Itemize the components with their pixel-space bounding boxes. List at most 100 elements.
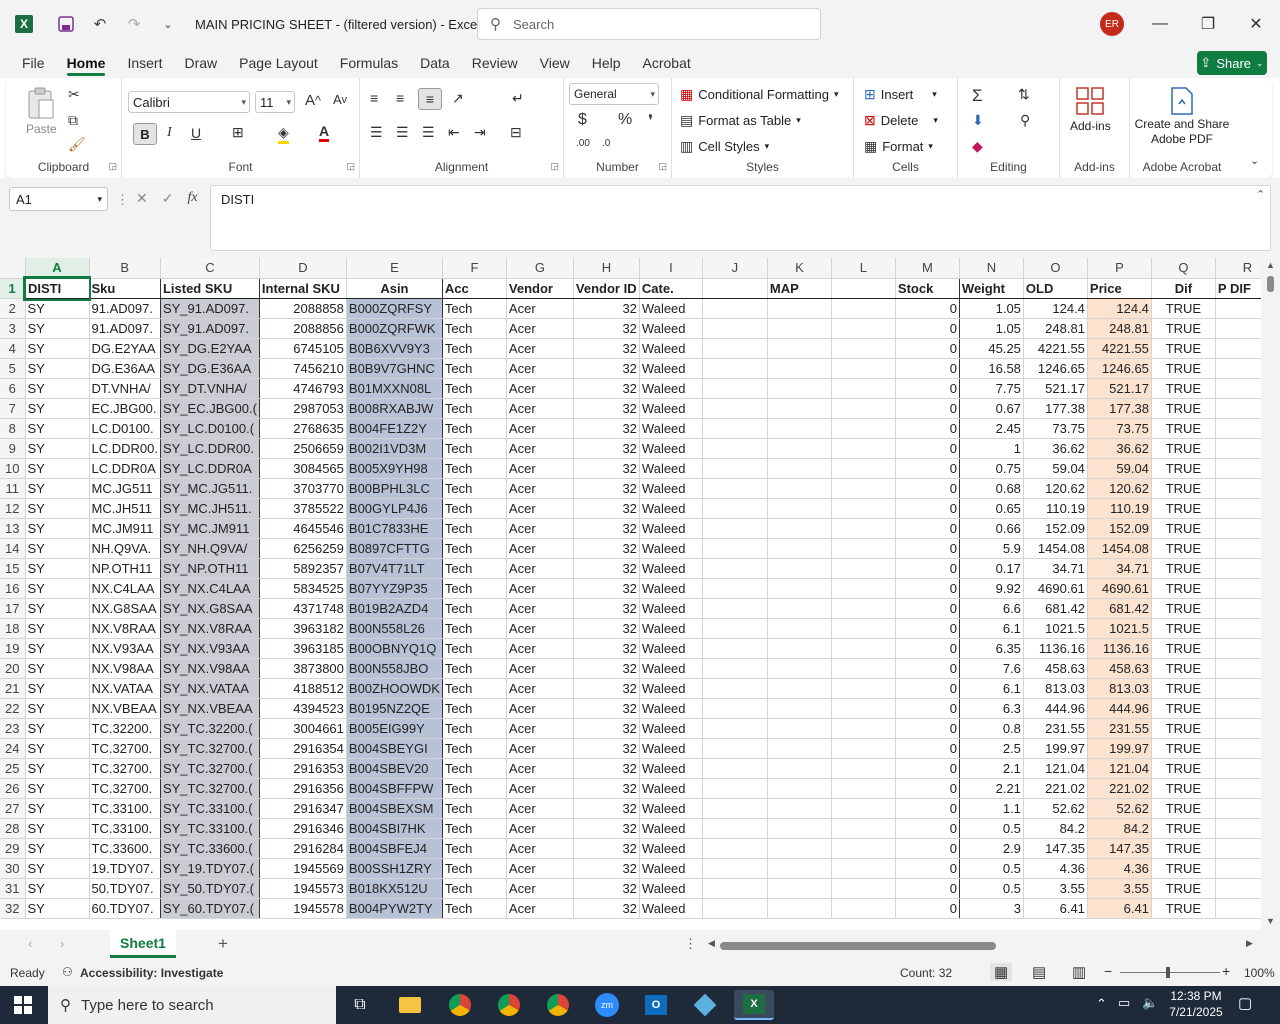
cell[interactable]: Acer [506, 598, 574, 619]
cell[interactable]: Tech [442, 518, 507, 539]
cell[interactable]: 124.4 [1087, 298, 1152, 319]
cell[interactable]: SY [25, 458, 90, 479]
cell[interactable]: 9.92 [959, 578, 1024, 599]
cell[interactable] [831, 818, 896, 839]
cell[interactable]: 0 [895, 778, 960, 799]
cell[interactable]: 3785522 [259, 498, 347, 519]
restore-icon[interactable]: ❐ [1185, 0, 1231, 48]
enter-icon[interactable]: ✓ [162, 190, 174, 207]
cell[interactable]: B008RXABJW [346, 398, 443, 419]
cell[interactable]: 32 [573, 858, 640, 879]
cell[interactable]: SY_TC.33600.( [160, 838, 260, 859]
cell[interactable] [702, 898, 768, 919]
cell[interactable]: 199.97 [1023, 738, 1088, 759]
cell[interactable]: 6.41 [1087, 898, 1152, 919]
row-header[interactable]: 18 [0, 618, 26, 639]
cell[interactable]: Acer [506, 298, 574, 319]
cell[interactable] [702, 638, 768, 659]
cell[interactable]: Tech [442, 458, 507, 479]
tab-help[interactable]: Help [581, 48, 632, 78]
cell[interactable]: Waleed [639, 638, 703, 659]
cell[interactable]: 60.TDY07. [89, 898, 161, 919]
header-cell[interactable]: Cate. [639, 277, 703, 299]
row-header[interactable]: 32 [0, 898, 26, 919]
cell[interactable] [767, 738, 832, 759]
cell[interactable]: Waleed [639, 798, 703, 819]
row-header[interactable]: 9 [0, 438, 26, 459]
cell[interactable]: 1021.5 [1087, 618, 1152, 639]
cell[interactable]: LC.DDR00. [89, 438, 161, 459]
cell[interactable]: TRUE [1151, 778, 1216, 799]
column-header[interactable]: Q [1151, 258, 1216, 279]
cell[interactable]: SY [25, 358, 90, 379]
cell[interactable]: 0.5 [959, 858, 1024, 879]
row-header[interactable]: 1 [0, 278, 26, 299]
normal-view-icon[interactable]: ▦ [990, 963, 1013, 981]
cell[interactable] [831, 738, 896, 759]
cell[interactable]: Acer [506, 398, 574, 419]
cell[interactable]: MC.JM911 [89, 518, 161, 539]
cell[interactable]: 6.35 [959, 638, 1024, 659]
tab-split-icon[interactable]: ⋮ [684, 936, 697, 952]
cell[interactable]: SY_TC.32700.( [160, 738, 260, 759]
cell-styles-button[interactable]: ▥ Cell Styles ▾ [680, 138, 769, 155]
orientation-icon[interactable]: ↗ [452, 90, 464, 107]
cell[interactable] [831, 438, 896, 459]
cell[interactable] [831, 898, 896, 919]
cell[interactable]: 221.02 [1087, 778, 1152, 799]
cell[interactable]: B00OBNYQ1Q [346, 638, 443, 659]
cell[interactable] [767, 518, 832, 539]
cell[interactable]: 4690.61 [1023, 578, 1088, 599]
cell[interactable]: 6.3 [959, 698, 1024, 719]
align-bottom-icon[interactable]: ≡ [418, 88, 442, 110]
cell[interactable]: 813.03 [1087, 678, 1152, 699]
align-right-icon[interactable]: ☰ [422, 124, 435, 141]
cell[interactable]: Tech [442, 438, 507, 459]
cell[interactable]: 32 [573, 718, 640, 739]
header-cell[interactable]: Stock [895, 277, 960, 299]
addins-button[interactable]: Add-ins [1070, 86, 1111, 133]
cell[interactable]: 4188512 [259, 678, 347, 699]
row-header[interactable]: 12 [0, 498, 26, 519]
copy-icon[interactable]: ⧉ [68, 112, 78, 129]
cell[interactable] [702, 878, 768, 899]
cell[interactable]: 1136.16 [1023, 638, 1088, 659]
cell[interactable]: B00N558L26 [346, 618, 443, 639]
increase-font-icon[interactable]: A ^ [305, 92, 321, 109]
cell[interactable] [831, 698, 896, 719]
cell[interactable]: 2088856 [259, 318, 347, 339]
cell[interactable]: NH.Q9VA. [89, 538, 161, 559]
cell[interactable]: TC.32700. [89, 758, 161, 779]
cell[interactable]: Tech [442, 658, 507, 679]
increase-indent-icon[interactable]: ⇥ [474, 124, 486, 141]
cell[interactable]: 0 [895, 738, 960, 759]
cell[interactable]: Tech [442, 878, 507, 899]
cell[interactable]: 2916284 [259, 838, 347, 859]
cell[interactable] [767, 458, 832, 479]
tab-review[interactable]: Review [461, 48, 529, 78]
cell[interactable]: 2916356 [259, 778, 347, 799]
sheet-tab-sheet1[interactable]: Sheet1 [110, 930, 176, 958]
cell[interactable]: B0B6XVV9Y3 [346, 338, 443, 359]
cell[interactable]: 32 [573, 518, 640, 539]
header-cell[interactable]: Sku [89, 277, 161, 299]
cell[interactable]: TC.32700. [89, 738, 161, 759]
row-header[interactable]: 15 [0, 558, 26, 579]
cell[interactable]: LC.D0100. [89, 418, 161, 439]
cell[interactable]: 32 [573, 798, 640, 819]
cell[interactable] [767, 478, 832, 499]
cell[interactable]: 0 [895, 638, 960, 659]
cell[interactable]: SY [25, 438, 90, 459]
cell[interactable]: Tech [442, 478, 507, 499]
cell[interactable] [702, 738, 768, 759]
cell[interactable]: B004SBEYGI [346, 738, 443, 759]
cell[interactable]: 110.19 [1023, 498, 1088, 519]
cell[interactable]: 0 [895, 898, 960, 919]
cell[interactable]: 0 [895, 458, 960, 479]
cell[interactable]: B002I1VD3M [346, 438, 443, 459]
cell[interactable]: 59.04 [1023, 458, 1088, 479]
align-top-icon[interactable]: ≡ [370, 90, 378, 106]
cell[interactable]: Acer [506, 698, 574, 719]
cell[interactable]: Acer [506, 538, 574, 559]
cell[interactable]: SY_60.TDY07.( [160, 898, 260, 919]
